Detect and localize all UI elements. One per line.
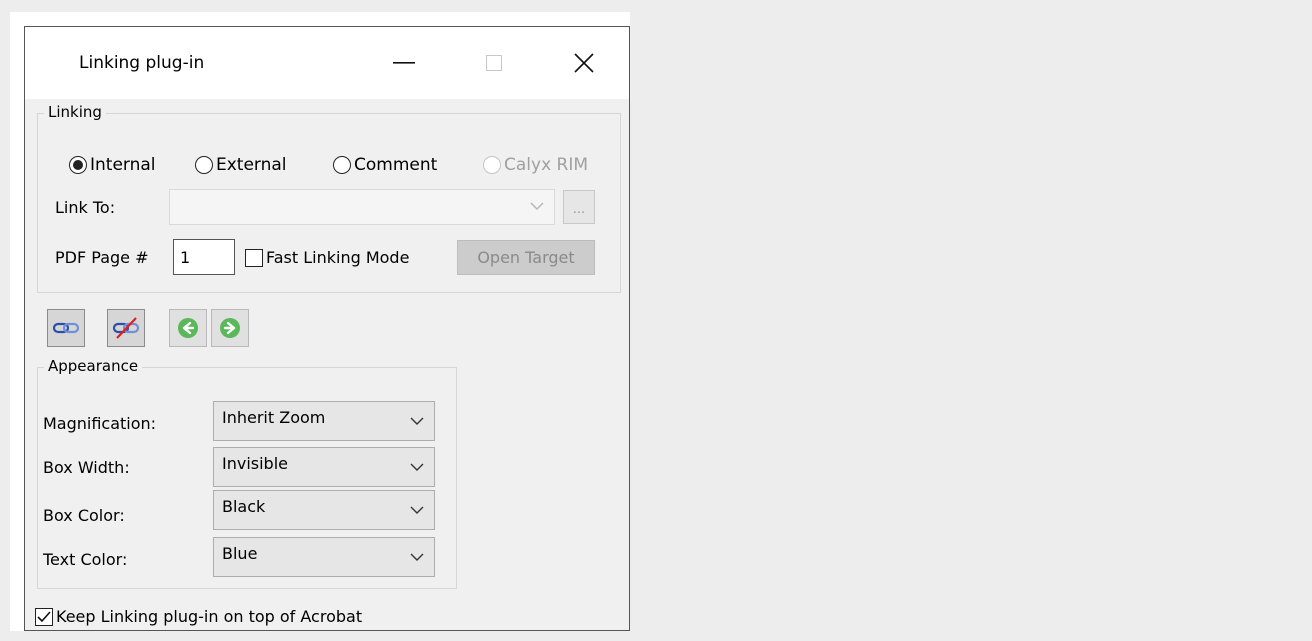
linking-plugin-window: Linking plug-in Linking Internal Externa… [24,26,630,631]
chevron-down-icon [410,553,424,561]
radio-calyx-rim: Calyx RIM [483,155,588,175]
remove-link-button[interactable] [107,309,145,347]
maximize-icon [486,55,502,71]
fast-linking-checkbox[interactable]: Fast Linking Mode [245,248,409,267]
keep-on-top-checkbox-box [35,607,53,626]
radio-external[interactable]: External [195,155,287,175]
box-color-select[interactable]: Black [213,490,435,530]
link-to-label: Link To: [55,198,116,217]
checkmark-icon [37,610,51,622]
radio-calyx-rim-indicator [483,156,501,174]
radio-internal-label: Internal [90,155,156,175]
radio-internal-indicator [69,156,87,174]
fast-linking-label: Fast Linking Mode [266,248,410,267]
keep-on-top-checkbox[interactable]: Keep Linking plug-in on top of Acrobat [35,607,362,626]
link-to-combobox [169,189,555,225]
linking-group-label: Linking [44,103,106,121]
appearance-group-label: Appearance [44,357,143,375]
chevron-down-icon [410,463,424,471]
radio-internal[interactable]: Internal [69,155,156,175]
open-target-button: Open Target [457,240,595,275]
title-bar[interactable]: Linking plug-in [25,27,629,99]
box-color-value: Black [222,497,266,516]
window-title: Linking plug-in [79,53,205,73]
link-icon [52,322,80,334]
close-button[interactable] [557,41,611,85]
minimize-button[interactable] [377,41,431,85]
keep-on-top-label: Keep Linking plug-in on top of Acrobat [56,607,363,626]
box-width-select[interactable]: Invisible [213,447,435,487]
chevron-down-icon [530,202,544,210]
radio-comment-label: Comment [354,155,438,175]
radio-external-label: External [216,155,287,175]
box-width-label: Box Width: [43,458,130,477]
text-color-label: Text Color: [43,550,128,569]
text-color-value: Blue [222,544,258,563]
box-color-label: Box Color: [43,506,125,525]
browse-button: ... [563,190,595,224]
pdf-page-input[interactable] [173,239,235,275]
magnification-label: Magnification: [43,414,157,433]
back-arrow-icon [178,318,198,338]
radio-calyx-rim-label: Calyx RIM [504,155,589,175]
previous-link-button[interactable] [169,309,207,347]
unlink-icon [112,317,140,339]
magnification-value: Inherit Zoom [222,408,326,427]
fast-linking-checkbox-box [245,248,263,267]
chevron-down-icon [410,506,424,514]
magnification-select[interactable]: Inherit Zoom [213,401,435,441]
close-icon [574,53,594,73]
text-color-select[interactable]: Blue [213,537,435,577]
maximize-button [467,41,521,85]
next-link-button[interactable] [211,309,249,347]
radio-external-indicator [195,156,213,174]
pdf-page-label: PDF Page # [55,248,149,267]
minimize-icon [393,62,415,64]
create-link-button[interactable] [47,309,85,347]
box-width-value: Invisible [222,454,288,473]
window-shadow-frame: Linking plug-in Linking Internal Externa… [10,12,630,631]
radio-comment-indicator [333,156,351,174]
radio-comment[interactable]: Comment [333,155,437,175]
forward-arrow-icon [220,318,240,338]
chevron-down-icon [410,417,424,425]
